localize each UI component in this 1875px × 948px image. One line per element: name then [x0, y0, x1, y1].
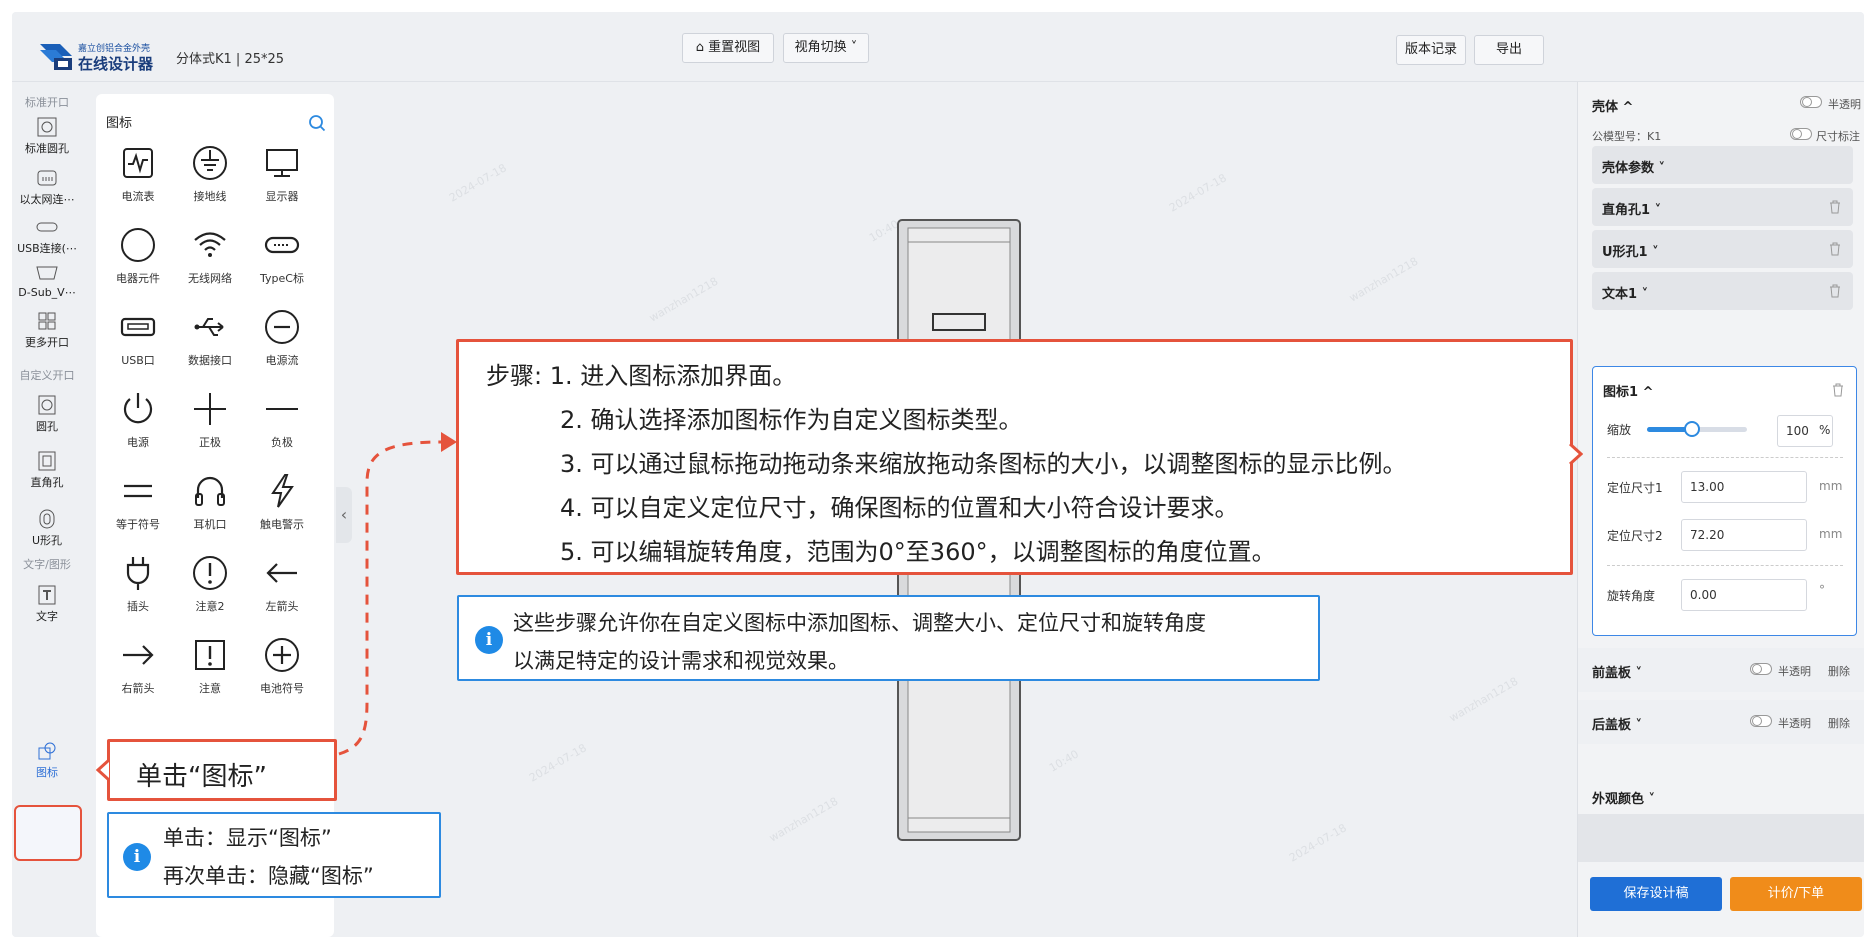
- info-text-line: 再次单击：隐藏“图标”: [163, 864, 374, 888]
- step-line: 4. 可以自定义定位尺寸，确保图标的位置和大小符合设计要求。: [560, 494, 1239, 522]
- step-line: 2. 确认选择添加图标作为自定义图标类型。: [560, 406, 1023, 434]
- step-line: 5. 可以编辑旋转角度，范围为0°至360°，以调整图标的角度位置。: [560, 538, 1276, 566]
- click-info-box: i 单击：显示“图标” 再次单击：隐藏“图标”: [107, 812, 441, 898]
- steps-info-box: i 这些步骤允许你在自定义图标中添加图标、调整大小、定位尺寸和旋转角度 以满足特…: [457, 595, 1320, 681]
- step-line: 3. 可以通过鼠标拖动拖动条来缩放拖动条图标的大小，以调整图标的显示比例。: [560, 450, 1407, 478]
- steps-callout: 步骤: 1. 进入图标添加界面。 2. 确认选择添加图标作为自定义图标类型。 3…: [456, 339, 1573, 575]
- info-text-line: 单击：显示“图标”: [163, 826, 332, 850]
- click-callout-text: 单击“图标”: [136, 762, 267, 792]
- step-line: 步骤: 1. 进入图标添加界面。: [486, 362, 797, 390]
- click-icon-callout: 单击“图标”: [107, 739, 337, 801]
- info-text-line: 这些步骤允许你在自定义图标中添加图标、调整大小、定位尺寸和旋转角度: [513, 611, 1206, 635]
- info-icon: i: [475, 626, 503, 654]
- info-text-line: 以满足特定的设计需求和视觉效果。: [513, 649, 849, 673]
- callout-pointer: [1569, 442, 1583, 466]
- app-window: 嘉立创铝合金外壳 在线设计器 分体式K1 | 25*25 ⌂ 重置视图 视角切换…: [12, 12, 1864, 937]
- info-icon: i: [123, 843, 151, 871]
- click-callout-pointer: [96, 758, 110, 782]
